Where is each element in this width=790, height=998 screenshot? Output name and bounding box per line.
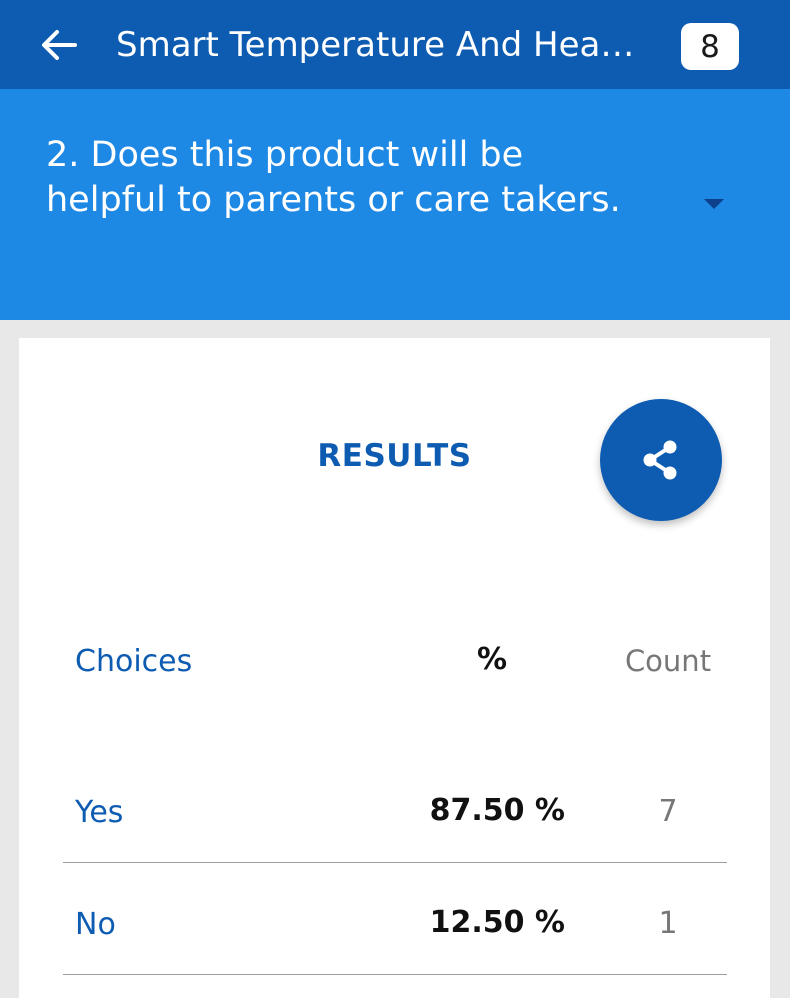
results-card: RESULTS Choices % Count Yes 87.50 % 7 No… [19,338,770,998]
arrow-left-icon [42,30,77,60]
back-button[interactable] [36,22,82,68]
question-header[interactable]: 2. Does this product will be helpful to … [0,89,790,320]
header-count: Count [624,644,712,678]
share-button[interactable] [600,399,722,521]
count-badge: 8 [681,23,739,70]
row-count: 1 [658,906,678,941]
caret-down-icon[interactable] [701,194,727,214]
row-percent: 87.50 % [429,793,565,828]
table-row: No 12.50 % 1 [63,863,727,975]
share-icon [643,440,677,480]
row-choice: No [75,907,116,942]
header-choices: Choices [75,644,193,679]
row-divider [63,974,727,975]
header-percent: % [477,642,508,677]
row-choice: Yes [75,795,124,830]
question-text: 2. Does this product will be helpful to … [46,135,621,220]
page-title: Smart Temperature And Heart Rate Monitor… [116,25,644,65]
row-count: 7 [658,794,678,829]
table-row: Yes 87.50 % 7 [63,751,727,863]
row-percent: 12.50 % [429,905,565,940]
app-bar: Smart Temperature And Heart Rate Monitor… [0,0,790,89]
